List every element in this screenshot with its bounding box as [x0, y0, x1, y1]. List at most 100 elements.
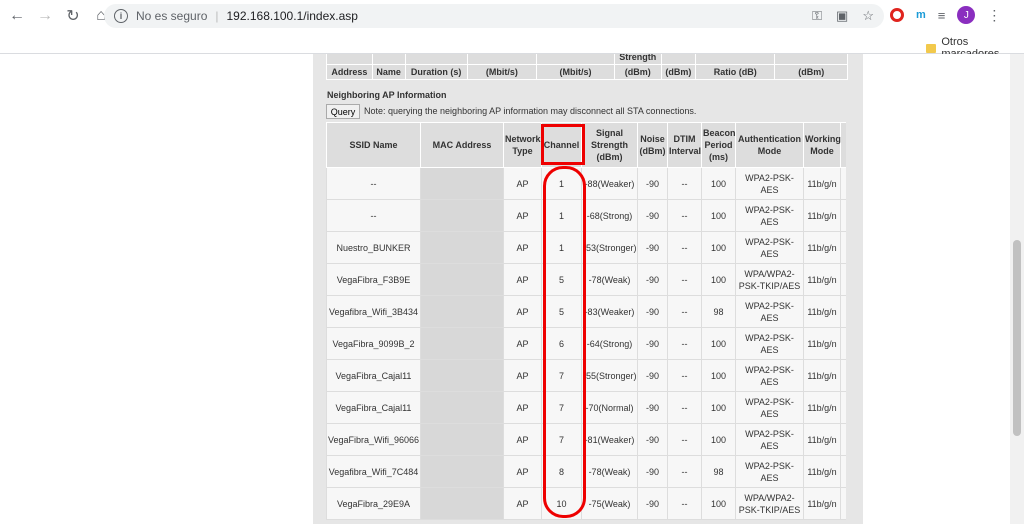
ap-cell-noise: -90: [637, 263, 668, 296]
url-text[interactable]: 192.168.100.1/index.asp: [227, 9, 358, 23]
ap-column-header: MAC Address: [420, 122, 504, 168]
ap-cell-signal: -64(Strong): [581, 327, 638, 360]
ap-cell-dtim: --: [667, 359, 702, 392]
ap-cell-extra: [840, 327, 846, 360]
ap-cell-beacon: 100: [701, 231, 736, 264]
sta-header-cell: (dBm): [613, 64, 662, 80]
ap-cell-mac: [420, 231, 504, 264]
channel-column-highlight: [543, 166, 586, 518]
ap-cell-signal: -75(Weak): [581, 487, 638, 520]
table-row: Vegafibra_Wifi_7C484 AP 8 -78(Weak) -90 -- 98 W…: [326, 455, 846, 488]
ap-cell-mac: [420, 487, 504, 520]
sta-table-header: MACSSIDConnectionSending RateReceiving R…: [326, 54, 848, 80]
ap-column-header: SSID Name: [326, 122, 421, 168]
sta-header-cell: Address: [326, 64, 373, 80]
ap-cell-dtim: --: [667, 391, 702, 424]
omnibox-actions: ⚿ ▣ ☆: [812, 8, 874, 24]
table-row: Vegafibra_Wifi_3B434 AP 5 -83(Weaker) -90 -- 9…: [326, 295, 846, 328]
ap-column-header: (M: [840, 122, 846, 168]
ap-cell-dtim: --: [667, 167, 702, 200]
back-arrow-icon[interactable]: ←: [6, 5, 28, 27]
sta-header-cell: [371, 54, 406, 65]
avatar[interactable]: J: [957, 6, 976, 24]
ap-column-header: Beacon Period (ms): [701, 122, 736, 168]
sta-header-cell: Duration (s): [404, 64, 468, 80]
ap-cell-extra: [840, 359, 846, 392]
ap-column-header: DTIM Interval: [667, 122, 702, 168]
playlist-icon[interactable]: ≡: [938, 8, 946, 23]
info-icon[interactable]: i: [114, 9, 128, 23]
reload-icon[interactable]: ↻: [62, 5, 84, 27]
bookmarks-bar: Otros marcadores: [0, 32, 1024, 60]
ap-cell-mac: [420, 199, 504, 232]
ap-cell-mac: [420, 359, 504, 392]
ap-cell-signal: -78(Weak): [581, 263, 638, 296]
page-content: MACSSIDConnectionSending RateReceiving R…: [0, 54, 1010, 524]
ap-cell-ssid: --: [326, 167, 421, 200]
ap-cell-beacon: 100: [701, 359, 736, 392]
ap-cell-mode: 11b/g/n: [803, 327, 841, 360]
table-row: VegaFibra_Cajal11 AP 7 -55(Stronger) -90 -- 10…: [326, 359, 846, 392]
sta-header-cell: [536, 54, 615, 65]
ap-cell-extra: [840, 167, 846, 200]
ap-cell-extra: [840, 295, 846, 328]
neighbor-section-title: Neighboring AP Information: [327, 90, 447, 100]
ap-cell-signal: -83(Weaker): [581, 295, 638, 328]
forward-arrow-icon[interactable]: →: [34, 5, 56, 27]
ap-cell-mode: 11b/g/n: [803, 231, 841, 264]
ap-cell-noise: -90: [637, 167, 668, 200]
ap-cell-mac: [420, 263, 504, 296]
ap-cell-beacon: 98: [701, 295, 736, 328]
ap-cell-beacon: 100: [701, 263, 736, 296]
star-icon[interactable]: ☆: [862, 8, 874, 24]
query-note: Note: querying the neighboring AP inform…: [364, 106, 697, 116]
folder-icon: [926, 43, 937, 53]
translate-icon[interactable]: ▣: [836, 8, 848, 24]
ap-column-header: Signal Strength (dBm): [581, 122, 638, 168]
sta-header-cell: [404, 54, 468, 65]
ap-cell-mode: 11b/g/n: [803, 455, 841, 488]
table-row: -- AP 1 -68(Strong) -90 -- 100 WPA2-PSK-AES 11b/…: [326, 199, 846, 232]
sta-header-cell: (dBm): [774, 64, 848, 80]
opera-icon[interactable]: [890, 8, 904, 22]
movistar-icon[interactable]: m: [916, 9, 926, 21]
ap-cell-ssid: VegaFibra_Cajal11: [326, 359, 421, 392]
ap-cell-mode: 11b/g/n: [803, 199, 841, 232]
ap-cell-mode: 11b/g/n: [803, 487, 841, 520]
ap-cell-noise: -90: [637, 487, 668, 520]
query-button[interactable]: Query: [326, 104, 360, 119]
kebab-menu-icon[interactable]: ⋮: [987, 7, 1001, 24]
ap-cell-ssid: Nuestro_BUNKER: [326, 231, 421, 264]
ap-cell-auth: WPA2-PSK-AES: [735, 327, 804, 360]
ap-cell-signal: -55(Stronger): [581, 359, 638, 392]
ap-cell-mode: 11b/g/n: [803, 295, 841, 328]
channel-header-highlight: [541, 124, 585, 165]
ap-cell-mac: [420, 391, 504, 424]
page-scrollbar[interactable]: [1010, 54, 1024, 524]
ap-cell-auth: WPA/WPA2-PSK-TKIP/AES: [735, 487, 804, 520]
ap-cell-beacon: 100: [701, 327, 736, 360]
ap-cell-dtim: --: [667, 199, 702, 232]
ap-cell-signal: -53(Stronger): [581, 231, 638, 264]
ap-cell-type: AP: [503, 167, 542, 200]
key-icon[interactable]: ⚿: [812, 8, 822, 24]
address-bar[interactable]: i No es seguro | 192.168.100.1/index.asp…: [104, 4, 884, 28]
sta-header-cell: Name: [371, 64, 406, 80]
ap-cell-mode: 11b/g/n: [803, 167, 841, 200]
ap-cell-mode: 11b/g/n: [803, 391, 841, 424]
table-row: VegaFibra_Wifi_96066 AP 7 -81(Weaker) -90 -- 1…: [326, 423, 846, 456]
ap-cell-extra: [840, 455, 846, 488]
sta-header-cell: [660, 54, 697, 65]
sta-header-cell: [326, 54, 373, 65]
ap-cell-noise: -90: [637, 199, 668, 232]
ap-cell-dtim: --: [667, 231, 702, 264]
table-row: VegaFibra_F3B9E AP 5 -78(Weak) -90 -- 100 WPA/W…: [326, 263, 846, 296]
ap-cell-mode: 11b/g/n: [803, 359, 841, 392]
table-row: VegaFibra_9099B_2 AP 6 -64(Strong) -90 -- 100 W…: [326, 327, 846, 360]
sta-header-cell: (dBm): [660, 64, 697, 80]
sta-header-cell: Strength: [613, 54, 662, 65]
ap-cell-extra: [840, 199, 846, 232]
ap-cell-noise: -90: [637, 359, 668, 392]
scrollbar-thumb[interactable]: [1013, 240, 1021, 436]
ap-cell-noise: -90: [637, 423, 668, 456]
